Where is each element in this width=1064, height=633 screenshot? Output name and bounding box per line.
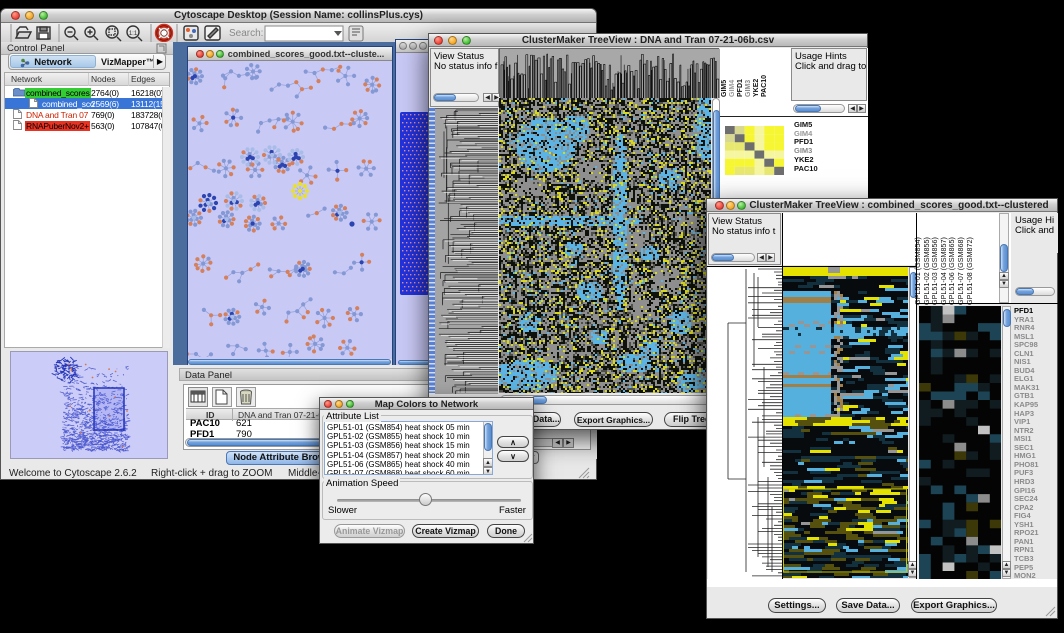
svg-text:1:1: 1:1: [129, 31, 138, 37]
svg-text:Search:: Search:: [229, 28, 263, 39]
